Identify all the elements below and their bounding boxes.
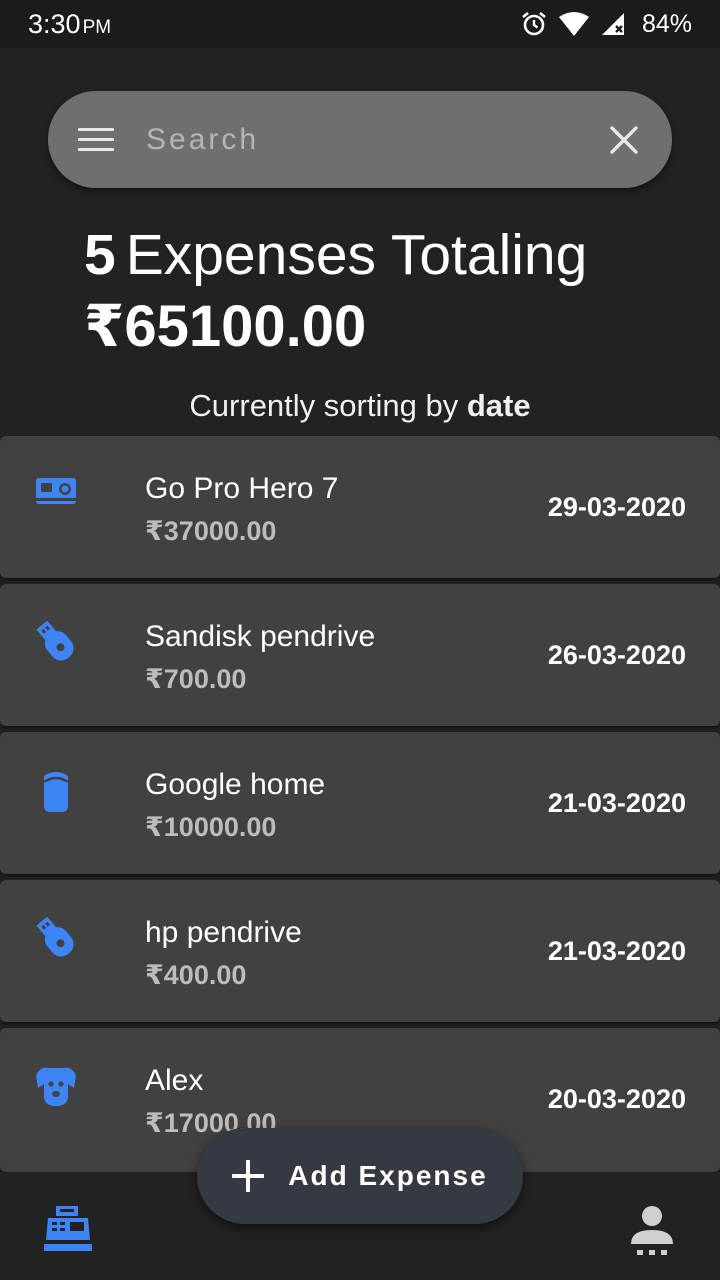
battery-percent: 84% (641, 9, 692, 38)
expense-amount: ₹10000.00 (145, 812, 277, 842)
expense-date: 21-03-2020 (547, 788, 686, 818)
expense-name: Sandisk pendrive (145, 620, 376, 653)
usb-drive-icon (36, 621, 74, 661)
menu-icon[interactable] (78, 127, 114, 152)
status-bar: 3:30 PM 84% (0, 0, 720, 48)
expense-total: ₹65100.00 (84, 294, 367, 359)
expense-date: 26-03-2020 (547, 640, 686, 670)
search-bar[interactable] (48, 91, 672, 188)
expense-name: Alex (145, 1064, 204, 1097)
alarm-icon (522, 11, 546, 36)
expense-amount: ₹400.00 (145, 960, 247, 990)
summary-headline: 5 Expenses Totaling (84, 222, 684, 288)
summary-label: Expenses Totaling (125, 223, 588, 287)
expense-amount: ₹700.00 (145, 664, 247, 694)
status-icons: 84% (520, 10, 692, 39)
cash-register-icon[interactable] (42, 1204, 94, 1252)
dog-icon (36, 1067, 76, 1106)
expense-name: Google home (145, 768, 326, 801)
usb-drive-icon (36, 917, 74, 957)
expense-item[interactable]: Go Pro Hero 7 ₹37000.00 29-03-2020 (0, 436, 720, 578)
smart-speaker-icon (43, 772, 69, 812)
expense-name: hp pendrive (145, 916, 302, 949)
expense-amount: ₹37000.00 (145, 516, 277, 546)
expense-item[interactable]: Sandisk pendrive ₹700.00 26-03-2020 (0, 584, 720, 726)
status-time-value: 3:30 (28, 8, 81, 39)
signal-icon (601, 13, 624, 35)
expense-date: 29-03-2020 (547, 492, 686, 522)
expense-item[interactable]: Google home ₹10000.00 21-03-2020 (0, 732, 720, 874)
expense-count: 5 (84, 223, 116, 287)
add-expense-button[interactable]: Add Expense (197, 1128, 523, 1224)
search-input[interactable] (146, 109, 586, 170)
expense-summary: 5 Expenses Totaling ₹65100.00 (84, 222, 684, 360)
sorting-indicator[interactable]: Currently sorting by date (0, 388, 720, 424)
sorting-prefix: Currently sorting by (189, 388, 459, 423)
add-expense-label: Add Expense (288, 1160, 488, 1191)
camera-icon (36, 478, 76, 504)
plus-icon (232, 1160, 265, 1192)
sorting-key: date (466, 388, 531, 423)
expense-date: 21-03-2020 (547, 936, 686, 966)
close-icon[interactable] (608, 124, 640, 156)
status-time-ampm: PM (82, 16, 112, 38)
wifi-icon (558, 12, 589, 36)
status-time: 3:30 PM (28, 9, 111, 40)
profile-icon[interactable] (628, 1204, 676, 1260)
expense-item[interactable]: hp pendrive ₹400.00 21-03-2020 (0, 880, 720, 1022)
expense-date: 20-03-2020 (547, 1084, 686, 1114)
expense-name: Go Pro Hero 7 (145, 472, 339, 505)
